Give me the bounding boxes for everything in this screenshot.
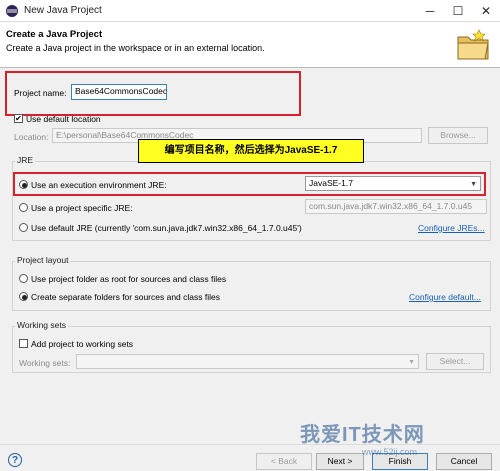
separate-folders-radio[interactable]	[19, 292, 28, 301]
wizard-title: Create a Java Project	[6, 29, 103, 40]
separate-folders-label: Create separate folders for sources and …	[31, 292, 220, 302]
chevron-down-icon: ▼	[470, 181, 477, 188]
wizard-description: Create a Java project in the workspace o…	[6, 43, 265, 53]
add-to-working-sets-checkbox[interactable]	[19, 339, 28, 348]
project-name-input[interactable]: Base64CommonsCodec	[71, 84, 167, 100]
wizard-header: Create a Java Project Create a Java proj…	[0, 22, 500, 68]
browse-button[interactable]: Browse...	[428, 127, 488, 144]
project-root-radio[interactable]	[19, 274, 28, 283]
configure-default-link[interactable]: Configure default...	[409, 292, 481, 302]
working-sets-label: Working sets:	[19, 358, 71, 368]
close-button[interactable]: ✕	[472, 0, 500, 22]
help-icon[interactable]: ?	[8, 453, 22, 467]
location-label: Location:	[14, 132, 49, 142]
project-specific-jre-value: com.sun.java.jdk7.win32.x86_64_1.7.0.u45	[309, 201, 473, 211]
eclipse-app-icon	[6, 5, 18, 17]
chevron-down-icon: ▼	[408, 359, 415, 366]
project-specific-jre-label: Use a project specific JRE:	[31, 203, 133, 213]
project-root-label: Use project folder as root for sources a…	[31, 274, 227, 284]
working-sets-group-label: Working sets	[15, 320, 68, 330]
minimize-button[interactable]: ─	[416, 0, 444, 22]
default-jre-radio[interactable]	[19, 223, 28, 232]
execution-env-label: Use an execution environment JRE:	[31, 180, 167, 190]
use-default-location-checkbox[interactable]: ✔	[14, 114, 23, 123]
next-button[interactable]: Next >	[316, 453, 364, 470]
project-layout-group-label: Project layout	[15, 255, 71, 265]
execution-env-select[interactable]: JavaSE-1.7 ▼	[305, 176, 481, 191]
jre-group-label: JRE	[15, 155, 36, 165]
maximize-button[interactable]: ☐	[444, 0, 472, 22]
configure-jres-link[interactable]: Configure JREs...	[418, 223, 485, 233]
select-working-sets-button[interactable]: Select...	[426, 353, 484, 370]
title-bar: New Java Project ─ ☐ ✕	[0, 0, 500, 22]
add-to-working-sets-label: Add project to working sets	[31, 339, 134, 349]
default-jre-label: Use default JRE (currently 'com.sun.java…	[31, 223, 302, 233]
annotation-callout: 编写项目名称，然后选择为JavaSE-1.7	[138, 139, 364, 163]
site-watermark-url: www.52ij.com	[362, 447, 418, 457]
new-project-folder-icon	[457, 29, 489, 60]
execution-env-radio[interactable]	[19, 180, 28, 189]
use-default-location-label: Use default location	[26, 114, 101, 124]
execution-env-value: JavaSE-1.7	[309, 178, 353, 188]
back-button[interactable]: < Back	[256, 453, 312, 470]
working-sets-select[interactable]: ▼	[76, 354, 419, 369]
cancel-button[interactable]: Cancel	[436, 453, 492, 470]
site-watermark: 我爱IT技术网	[300, 424, 425, 446]
window-title: New Java Project	[24, 5, 102, 16]
project-layout-group	[12, 261, 491, 311]
project-specific-jre-select[interactable]: com.sun.java.jdk7.win32.x86_64_1.7.0.u45	[305, 199, 487, 214]
project-specific-jre-radio[interactable]	[19, 203, 28, 212]
project-name-label: Project name:	[14, 88, 67, 98]
